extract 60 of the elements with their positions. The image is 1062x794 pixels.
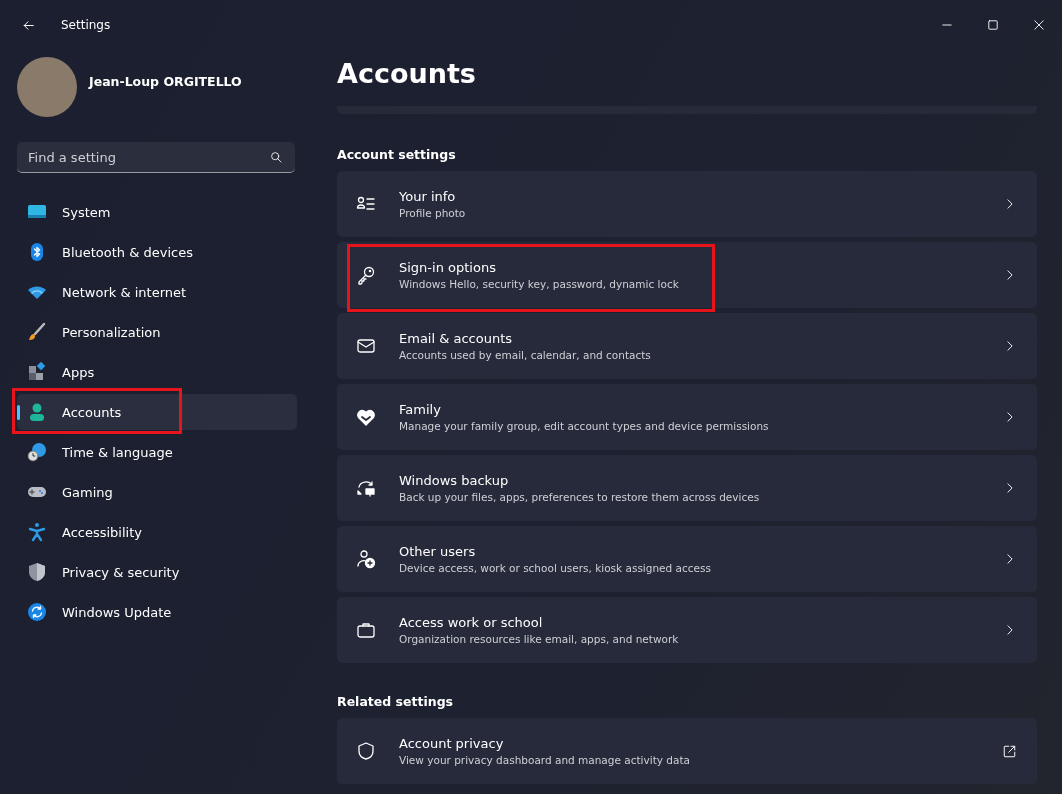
settings-card[interactable]: Email & accounts Accounts used by email, calendar, and contacts [337, 313, 1037, 379]
settings-card[interactable]: Windows backup Back up your files, apps, preferences to restore them across devices [337, 455, 1037, 521]
card-subtitle: Windows Hello, security key, password, dynamic lock [399, 278, 680, 290]
sidebar-item[interactable]: Bluetooth & devices [17, 234, 297, 270]
card-subtitle: Device access, work or school users, kiosk assigned access [399, 562, 712, 574]
section-heading: Account settings [337, 147, 457, 162]
apps-icon [27, 362, 47, 382]
heart-icon [356, 407, 376, 427]
sidebar-item[interactable]: Gaming [17, 474, 297, 510]
card-subtitle: Manage your family group, edit account types and device permissions [399, 420, 770, 432]
sidebar-item[interactable]: Time & language [17, 434, 297, 470]
card-title: Sign-in options [399, 260, 497, 275]
sidebar-item[interactable]: Apps [17, 354, 297, 390]
user-name: Jean-Loup ORGITELLO [89, 74, 242, 89]
settings-card[interactable]: Your info Profile photo [337, 171, 1037, 237]
card-subtitle: Organization resources like email, apps, and network [399, 633, 680, 645]
settings-card[interactable]: Family Manage your family group, edit account types and device permissions [337, 384, 1037, 450]
sidebar-item[interactable]: Accounts [17, 394, 297, 430]
sidebar-item[interactable]: Windows Update [17, 594, 297, 630]
key-icon [356, 265, 376, 285]
refresh-icon [27, 602, 47, 622]
settings-card[interactable]: Account privacy View your privacy dashboard and manage activity data [337, 718, 1037, 784]
card-title: Family [399, 402, 442, 417]
user-add-icon [356, 549, 376, 569]
settings-card[interactable]: Access work or school Organization resources like email, apps, and network [337, 597, 1037, 663]
card-subtitle: Profile photo [399, 207, 467, 219]
close-icon [1032, 18, 1046, 32]
card-title: Access work or school [399, 615, 544, 630]
globe-clock-icon [27, 442, 47, 462]
card-title: Email & accounts [399, 331, 514, 346]
section-heading: Related settings [337, 694, 454, 709]
sidebar-item[interactable]: System [17, 194, 297, 230]
external-link-icon [1002, 743, 1017, 759]
selection-indicator [17, 405, 20, 420]
sidebar-item[interactable]: Personalization [17, 314, 297, 350]
card-title: Account privacy [399, 736, 505, 751]
card-subtitle: View your privacy dashboard and manage activity data [399, 754, 691, 766]
sidebar-item[interactable]: Network & internet [17, 274, 297, 310]
shield-icon [27, 562, 47, 582]
person-icon [27, 402, 47, 422]
card-subtitle: Accounts used by email, calendar, and contacts [399, 349, 652, 361]
card-subtitle: Back up your files, apps, preferences to restore them across devices [399, 491, 761, 503]
page-title: Accounts [337, 58, 477, 91]
search-field[interactable]: Find a setting [17, 142, 295, 173]
card-title: Windows backup [399, 473, 510, 488]
search-icon [270, 151, 283, 164]
sidebar-item[interactable]: Privacy & security [17, 554, 297, 590]
card-title: Other users [399, 544, 477, 559]
card-title: Your info [399, 189, 457, 204]
accessibility-icon [27, 522, 47, 542]
paintbrush-icon [27, 322, 47, 342]
window-title: Settings [61, 18, 111, 32]
settings-card[interactable]: Other users Device access, work or school users, kiosk assigned access [337, 526, 1037, 592]
sync-monitor-icon [356, 478, 376, 498]
sidebar-item[interactable]: Accessibility [17, 514, 297, 550]
briefcase-icon [356, 620, 376, 640]
shield-outline-icon [356, 741, 376, 761]
envelope-icon [356, 336, 376, 356]
maximize-icon [986, 18, 1000, 32]
avatar-placeholder [17, 57, 77, 117]
